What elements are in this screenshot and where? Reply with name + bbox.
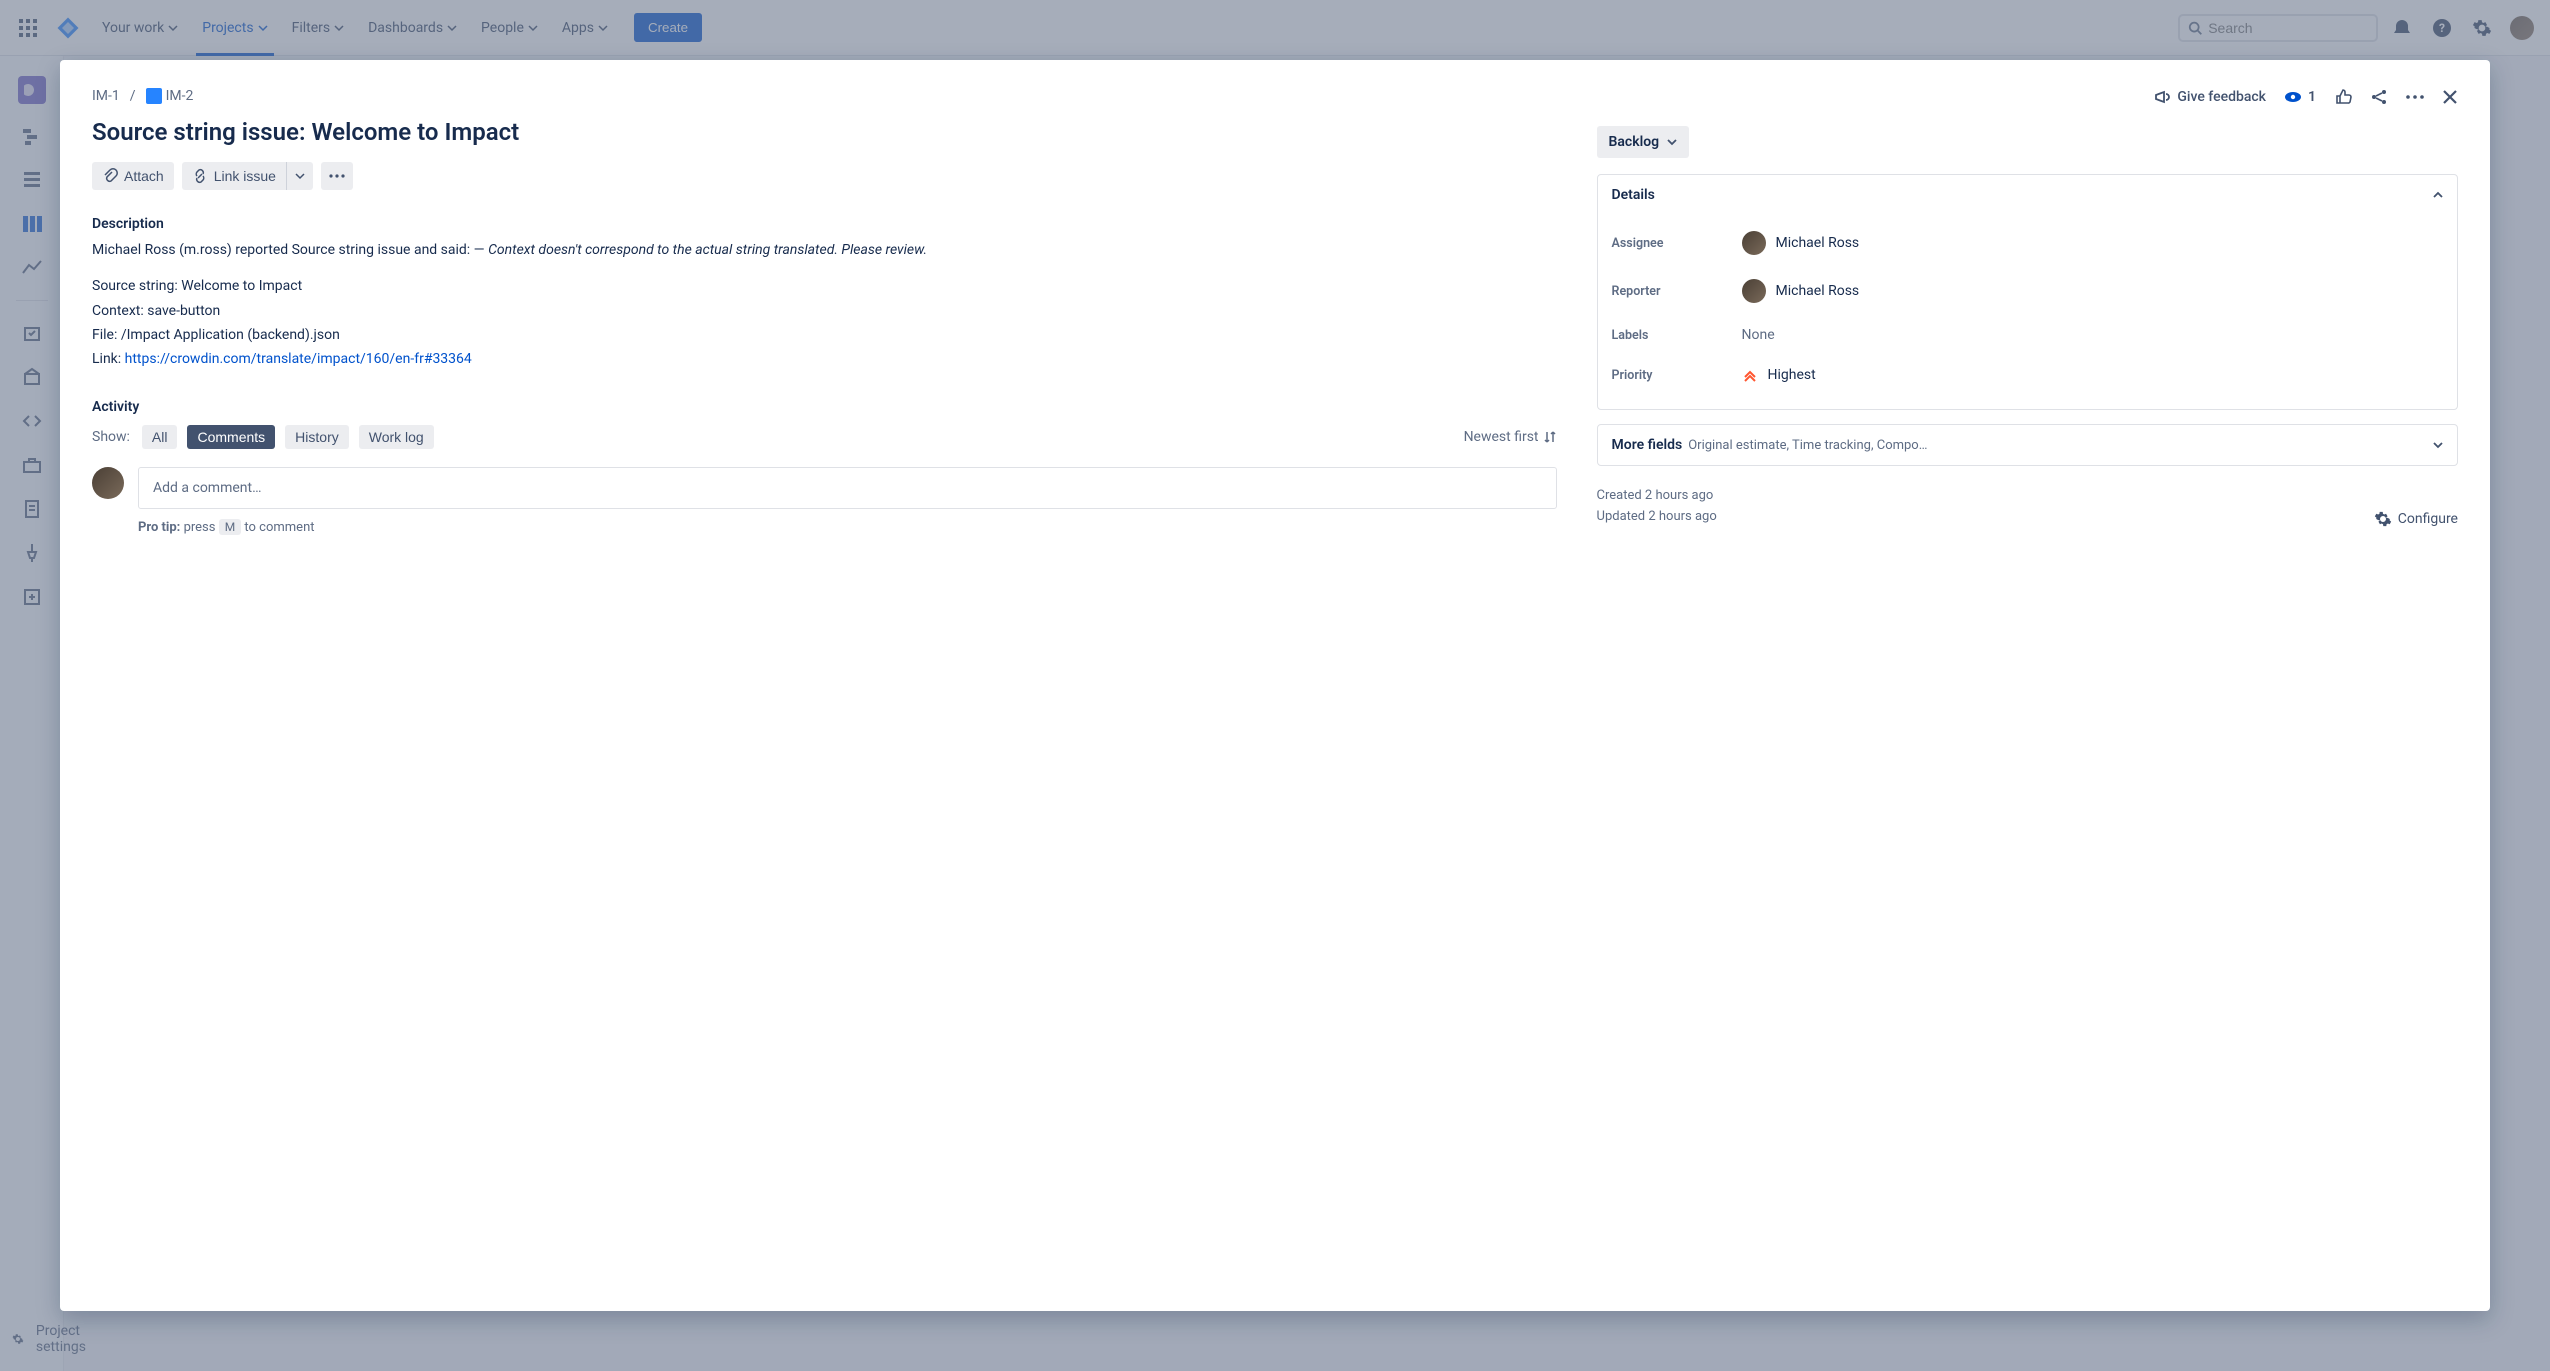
updated-timestamp: Updated 2 hours ago	[1597, 507, 1717, 528]
tab-all[interactable]: All	[142, 425, 178, 449]
gear-icon	[2374, 510, 2392, 528]
issue-title[interactable]: Source string issue: Welcome to Impact	[92, 118, 1557, 146]
vote-button[interactable]	[2334, 88, 2352, 106]
desc-file: File: /Impact Application (backend).json	[92, 324, 1557, 346]
breadcrumb: IM-1 / IM-2	[92, 88, 1557, 104]
issue-type-icon	[146, 88, 162, 104]
sort-icon	[1543, 430, 1557, 444]
link-issue-dropdown[interactable]	[286, 162, 313, 190]
close-icon	[2442, 89, 2458, 105]
activity-heading: Activity	[92, 399, 1557, 415]
chevron-down-icon	[1667, 137, 1677, 147]
pro-tip: Pro tip: press M to comment	[138, 519, 1557, 535]
share-icon	[2370, 88, 2388, 106]
megaphone-icon	[2153, 88, 2171, 106]
details-panel: Details Assignee Michael Ross Reporter M…	[1597, 174, 2458, 410]
current-user-avatar	[92, 467, 124, 499]
breadcrumb-child[interactable]: IM-2	[146, 88, 194, 104]
thumbs-up-icon	[2334, 88, 2352, 106]
share-button[interactable]	[2370, 88, 2388, 106]
status-dropdown[interactable]: Backlog	[1597, 126, 1690, 158]
field-reporter[interactable]: Reporter Michael Ross	[1612, 267, 2443, 315]
tab-work-log[interactable]: Work log	[359, 425, 434, 449]
description-heading: Description	[92, 216, 1557, 232]
give-feedback-button[interactable]: Give feedback	[2153, 88, 2266, 106]
link-icon	[192, 168, 208, 184]
description-body[interactable]: Michael Ross (m.ross) reported Source st…	[92, 240, 1557, 373]
eye-icon	[2284, 88, 2302, 106]
close-button[interactable]	[2442, 89, 2458, 105]
breadcrumb-parent[interactable]: IM-1	[92, 88, 120, 104]
more-button[interactable]	[2406, 95, 2424, 99]
created-timestamp: Created 2 hours ago	[1597, 486, 1717, 507]
field-labels[interactable]: Labels None	[1612, 315, 2443, 355]
watch-button[interactable]: 1	[2284, 88, 2316, 106]
details-panel-header[interactable]: Details	[1598, 175, 2457, 215]
chevron-down-icon	[2433, 440, 2443, 450]
comment-input[interactable]: Add a comment…	[138, 467, 1557, 509]
reporter-avatar	[1742, 279, 1766, 303]
field-assignee[interactable]: Assignee Michael Ross	[1612, 219, 2443, 267]
more-actions-button[interactable]	[321, 162, 353, 190]
desc-link[interactable]: https://crowdin.com/translate/impact/160…	[125, 351, 472, 367]
chevron-up-icon	[2433, 190, 2443, 200]
tab-comments[interactable]: Comments	[187, 425, 275, 449]
field-priority[interactable]: Priority Highest	[1612, 355, 2443, 395]
attach-button[interactable]: Attach	[92, 162, 174, 190]
issue-modal: IM-1 / IM-2 Source string issue: Welcome…	[60, 60, 2490, 1311]
sort-toggle[interactable]: Newest first	[1464, 429, 1557, 445]
tab-history[interactable]: History	[285, 425, 349, 449]
configure-button[interactable]: Configure	[2374, 510, 2458, 528]
desc-context: Context: save-button	[92, 300, 1557, 322]
desc-source-string: Source string: Welcome to Impact	[92, 275, 1557, 297]
priority-highest-icon	[1742, 367, 1758, 383]
paperclip-icon	[102, 168, 118, 184]
show-label: Show:	[92, 429, 130, 445]
link-issue-button[interactable]: Link issue	[182, 162, 286, 190]
more-fields-panel[interactable]: More fieldsOriginal estimate, Time track…	[1597, 424, 2458, 466]
assignee-avatar	[1742, 231, 1766, 255]
